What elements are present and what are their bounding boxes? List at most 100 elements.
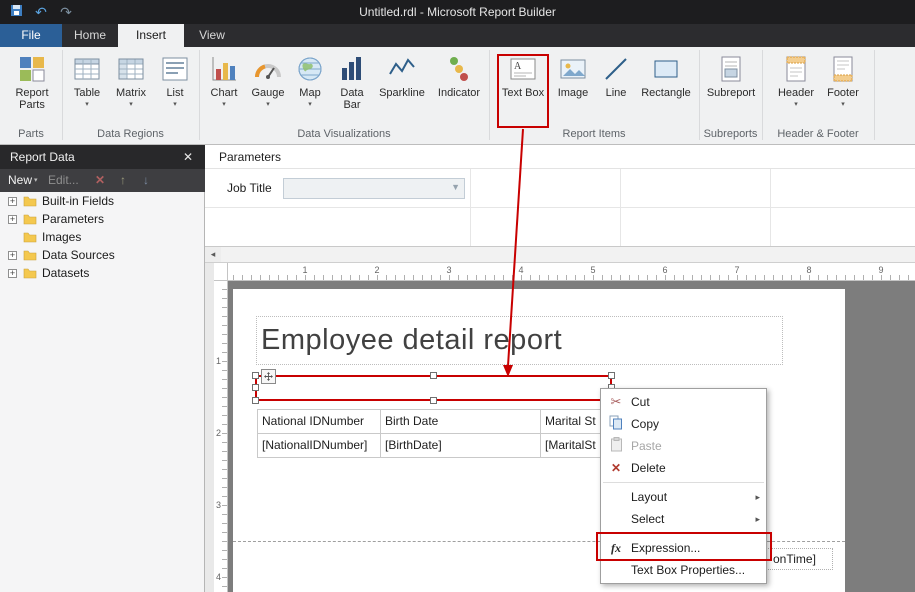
rectangle-label: Rectangle: [641, 87, 691, 99]
ruler-ticks: [233, 275, 915, 280]
move-up-icon[interactable]: ↑: [120, 169, 126, 192]
expand-icon[interactable]: +: [8, 269, 17, 278]
ruler-number: 8: [806, 265, 811, 275]
map-button[interactable]: Map ▾: [291, 51, 329, 129]
menu-item-delete[interactable]: ✕ Delete: [601, 457, 766, 479]
matrix-label: Matrix: [116, 87, 146, 99]
table-data-cell[interactable]: [NationalIDNumber]: [258, 434, 381, 458]
paste-icon: [605, 437, 627, 455]
close-icon[interactable]: ✕: [180, 145, 196, 169]
group-label-data-visualizations: Data Visualizations: [199, 128, 489, 142]
report-data-tree: + Built-in Fields + Parameters + Images …: [0, 192, 205, 592]
footer-button[interactable]: Footer ▾: [821, 51, 865, 129]
group-label-header-footer: Header & Footer: [762, 128, 874, 142]
expand-icon[interactable]: +: [8, 251, 17, 260]
group-label-subreports: Subreports: [699, 128, 762, 142]
selection-handle[interactable]: [252, 372, 259, 379]
dropdown-arrow-icon: ▾: [85, 101, 89, 109]
tab-file[interactable]: File: [0, 24, 62, 47]
table-button[interactable]: Table ▾: [66, 51, 108, 129]
image-button[interactable]: Image: [551, 51, 595, 129]
tree-item-built-in-fields[interactable]: + Built-in Fields: [0, 192, 205, 210]
selection-handle[interactable]: [430, 397, 437, 404]
ruler-number: 2: [216, 428, 221, 438]
selection-handle[interactable]: [252, 384, 259, 391]
gauge-icon: [253, 54, 283, 84]
text-box-icon: A: [508, 54, 538, 84]
folder-icon: [23, 249, 37, 261]
menu-item-copy[interactable]: Copy: [601, 413, 766, 435]
list-button[interactable]: List ▾: [154, 51, 196, 129]
line-button[interactable]: Line: [597, 51, 635, 129]
scroll-left-arrow[interactable]: ◂: [205, 247, 221, 262]
selected-textbox[interactable]: [255, 375, 612, 401]
menu-item-cut[interactable]: ✂ Cut: [601, 391, 766, 413]
sparkline-button[interactable]: Sparkline: [374, 51, 430, 129]
folder-icon: [23, 231, 37, 243]
report-data-toolbar: New ▾ Edit... ✕ ↑ ↓: [0, 169, 205, 192]
tree-item-data-sources[interactable]: + Data Sources: [0, 246, 205, 264]
chart-icon: [209, 54, 239, 84]
menu-item-layout[interactable]: Layout ▸: [601, 486, 766, 508]
report-parts-button[interactable]: Report Parts: [4, 51, 60, 129]
list-icon: [160, 54, 190, 84]
subreport-label: Subreport: [707, 87, 755, 99]
matrix-button[interactable]: Matrix ▾: [109, 51, 153, 129]
dropdown-arrow-icon[interactable]: ▾: [34, 169, 38, 192]
chart-button[interactable]: Chart ▾: [203, 51, 245, 129]
line-icon: [601, 54, 631, 84]
move-handle-icon[interactable]: [261, 369, 276, 384]
text-box-button[interactable]: A Text Box: [498, 51, 548, 129]
tree-item-datasets[interactable]: + Datasets: [0, 264, 205, 282]
ruler-number: 6: [662, 265, 667, 275]
header-icon: [781, 54, 811, 84]
new-button[interactable]: New: [8, 169, 32, 192]
text-box-label: Text Box: [502, 87, 544, 99]
tab-view[interactable]: View: [184, 24, 240, 47]
ruler-corner: [214, 263, 228, 281]
tree-item-parameters[interactable]: + Parameters: [0, 210, 205, 228]
map-label: Map: [299, 87, 320, 99]
gauge-button[interactable]: Gauge ▾: [246, 51, 290, 129]
selection-handle[interactable]: [608, 372, 615, 379]
group-separator: [62, 50, 63, 140]
header-button[interactable]: Header ▾: [773, 51, 819, 129]
table-header-cell[interactable]: National IDNumber: [258, 410, 381, 434]
menu-item-paste[interactable]: Paste: [601, 435, 766, 457]
line-label: Line: [606, 87, 627, 99]
report-data-header: Report Data: [0, 145, 205, 169]
data-bar-button[interactable]: Data Bar: [331, 51, 373, 129]
tab-insert[interactable]: Insert: [118, 24, 184, 47]
group-label-report-items: Report Items: [489, 128, 699, 142]
selection-handle[interactable]: [430, 372, 437, 379]
table-icon: [72, 54, 102, 84]
edit-button[interactable]: Edit...: [48, 169, 79, 192]
tree-item-images[interactable]: + Images: [0, 228, 205, 246]
expression-fx-icon: fx: [605, 541, 627, 556]
sparkline-icon: [387, 54, 417, 84]
rectangle-button[interactable]: Rectangle: [636, 51, 696, 129]
ruler-number: 3: [446, 265, 451, 275]
indicator-label: Indicator: [438, 87, 480, 99]
parameter-value-combobox[interactable]: ▼: [283, 178, 465, 199]
dropdown-arrow-icon: ▾: [222, 101, 226, 109]
indicator-button[interactable]: Indicator: [431, 51, 487, 129]
expand-icon[interactable]: +: [8, 215, 17, 224]
move-down-icon[interactable]: ↓: [143, 169, 149, 192]
table-header-cell[interactable]: Birth Date: [381, 410, 541, 434]
delete-icon[interactable]: ✕: [95, 169, 105, 192]
tab-home[interactable]: Home: [62, 24, 118, 47]
table-data-cell[interactable]: [BirthDate]: [381, 434, 541, 458]
menu-separator: [603, 533, 764, 534]
menu-item-select[interactable]: Select ▸: [601, 508, 766, 530]
menu-item-text-box-properties[interactable]: Text Box Properties...: [601, 559, 766, 581]
selection-handle[interactable]: [252, 397, 259, 404]
expand-icon[interactable]: +: [8, 197, 17, 206]
tree-item-label: Built-in Fields: [42, 194, 114, 208]
group-separator: [762, 50, 763, 140]
submenu-arrow-icon: ▸: [755, 492, 760, 503]
horizontal-scrollbar[interactable]: ◂: [205, 247, 915, 263]
subreport-button[interactable]: Subreport: [702, 51, 760, 129]
report-title-textbox[interactable]: Employee detail report: [256, 316, 783, 365]
menu-item-expression[interactable]: fx Expression...: [601, 537, 766, 559]
